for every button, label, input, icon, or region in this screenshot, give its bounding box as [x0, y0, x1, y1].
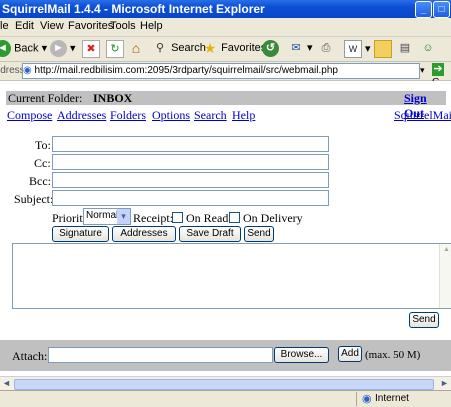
- menu-tools[interactable]: Tools: [110, 20, 136, 32]
- ie-page-icon: ◉: [23, 65, 32, 76]
- home-button[interactable]: ⌂: [128, 40, 144, 56]
- back-arrow-icon: ◄: [0, 40, 11, 57]
- priority-value: Normal: [86, 210, 119, 221]
- status-divider: [356, 392, 357, 406]
- save-draft-button[interactable]: Save Draft: [179, 226, 241, 242]
- print-icon: ⎙: [321, 42, 331, 54]
- add-attachment-button[interactable]: Add: [338, 346, 362, 362]
- on-read-checkbox[interactable]: [172, 212, 183, 223]
- home-icon: ⌂: [131, 40, 141, 56]
- chevron-down-icon[interactable]: ▾: [117, 209, 130, 224]
- messenger-button[interactable]: ☺: [420, 40, 436, 56]
- horizontal-scrollbar[interactable]: ◄ ►: [0, 376, 451, 391]
- back-label: Back: [14, 42, 39, 55]
- search-icon: ⚲: [155, 42, 165, 54]
- cc-label: Cc:: [34, 156, 51, 170]
- bcc-field[interactable]: [52, 172, 329, 188]
- search-label: Search: [171, 41, 206, 54]
- subject-field[interactable]: [52, 190, 329, 206]
- on-delivery-checkbox[interactable]: [229, 212, 240, 223]
- menu-bar: le Edit View Favorites Tools Help: [0, 18, 451, 37]
- nav-options[interactable]: Options: [152, 108, 190, 123]
- mail-button[interactable]: ✉ ▾: [288, 40, 312, 56]
- forward-arrow-icon: ►: [50, 40, 67, 57]
- nav-help[interactable]: Help: [232, 108, 255, 123]
- scroll-up-icon[interactable]: ▲: [443, 246, 450, 253]
- send-button-top[interactable]: Send: [244, 226, 274, 242]
- browse-button[interactable]: Browse...: [274, 347, 329, 363]
- status-zone: Internet: [375, 393, 409, 404]
- window-title: SquirrelMail 1.4.4 - Microsoft Internet …: [2, 2, 265, 16]
- scroll-right-icon[interactable]: ►: [440, 378, 449, 388]
- attach-max-size: (max. 50 M): [365, 349, 421, 361]
- browser-toolbar: ◄ Back ▾ ► ▾ ✖ ↻ ⌂ ⚲ Search ★ Favorites …: [0, 37, 451, 62]
- address-url: http://mail.redbilisim.com:2095/3rdparty…: [34, 65, 338, 76]
- messenger-icon: ☺: [422, 42, 434, 54]
- window-title-bar: SquirrelMail 1.4.4 - Microsoft Internet …: [0, 0, 451, 18]
- squirrelmail-link[interactable]: SquirrelMail: [394, 108, 451, 123]
- research-icon: ▤: [399, 42, 411, 54]
- attach-label: Attach:: [12, 349, 48, 363]
- bcc-label: Bcc:: [29, 174, 51, 188]
- menu-view[interactable]: View: [40, 20, 64, 32]
- cc-field[interactable]: [52, 154, 329, 170]
- stop-icon: ✖: [82, 40, 100, 58]
- body-scrollbar[interactable]: ▲: [439, 244, 451, 308]
- forward-button[interactable]: ► ▾: [50, 40, 76, 57]
- menu-file[interactable]: le: [0, 20, 9, 32]
- current-folder-label: Current Folder:: [8, 91, 83, 105]
- attach-file-input[interactable]: [48, 347, 273, 363]
- folder-icon: [374, 40, 392, 58]
- go-arrow-icon: ➔: [432, 63, 444, 76]
- menu-favorites[interactable]: Favorites: [68, 20, 113, 32]
- address-input[interactable]: ◉ http://mail.redbilisim.com:2095/3rdpar…: [22, 63, 420, 79]
- address-dropdown-icon[interactable]: ▾: [420, 65, 425, 76]
- print-button[interactable]: ⎙: [318, 40, 334, 56]
- folder-button[interactable]: [374, 40, 392, 58]
- research-button[interactable]: ▤: [397, 40, 413, 56]
- to-field[interactable]: [52, 136, 329, 152]
- nav-folders[interactable]: Folders: [110, 108, 146, 123]
- favorites-button[interactable]: ★ Favorites: [202, 40, 267, 56]
- attach-bar: Attach: Browse... Add (max. 50 M): [0, 340, 451, 371]
- signature-button[interactable]: Signature: [52, 226, 109, 242]
- on-delivery-label: On Delivery: [243, 211, 303, 225]
- minimize-icon[interactable]: _: [415, 1, 432, 18]
- nav-addresses[interactable]: Addresses: [57, 108, 106, 123]
- edit-button[interactable]: W ▾: [344, 40, 371, 58]
- mail-icon: ✉: [291, 42, 301, 54]
- internet-zone-icon: ◉: [362, 393, 372, 405]
- address-label: ldress: [0, 65, 25, 76]
- refresh-icon: ↻: [106, 40, 124, 58]
- back-button[interactable]: ◄ Back ▾: [0, 40, 47, 57]
- nav-compose[interactable]: Compose: [7, 108, 52, 123]
- address-bar: ldress ◉ http://mail.redbilisim.com:2095…: [0, 62, 451, 88]
- nav-search[interactable]: Search: [194, 108, 227, 123]
- refresh-button[interactable]: ↻: [106, 40, 124, 58]
- search-button[interactable]: ⚲ Search: [152, 40, 206, 56]
- favorites-label: Favorites: [221, 41, 267, 54]
- stop-button[interactable]: ✖: [82, 40, 100, 58]
- current-folder-bar: Current Folder: INBOX Sign Out: [6, 91, 446, 120]
- message-body-textarea[interactable]: ▲: [12, 243, 451, 309]
- current-folder-name: INBOX: [93, 91, 133, 105]
- addresses-button[interactable]: Addresses: [112, 226, 176, 242]
- send-button-bottom[interactable]: Send: [409, 312, 439, 328]
- on-read-label: On Read: [186, 211, 229, 225]
- menu-help[interactable]: Help: [140, 20, 163, 32]
- subject-label: Subject:: [14, 192, 54, 206]
- status-bar: ◉ Internet: [0, 390, 451, 407]
- word-edit-icon: W: [344, 40, 362, 58]
- history-button[interactable]: ↺: [262, 40, 279, 57]
- horizontal-scroll-thumb[interactable]: [14, 379, 434, 390]
- to-label: To:: [35, 138, 51, 152]
- favorites-star-icon: ★: [203, 40, 217, 56]
- maximize-icon[interactable]: □: [433, 1, 450, 18]
- receipt-label: Receipt:: [133, 211, 173, 225]
- scroll-left-icon[interactable]: ◄: [2, 378, 11, 388]
- history-icon: ↺: [262, 40, 279, 57]
- priority-select[interactable]: Normal ▾: [83, 208, 131, 225]
- menu-edit[interactable]: Edit: [15, 20, 34, 32]
